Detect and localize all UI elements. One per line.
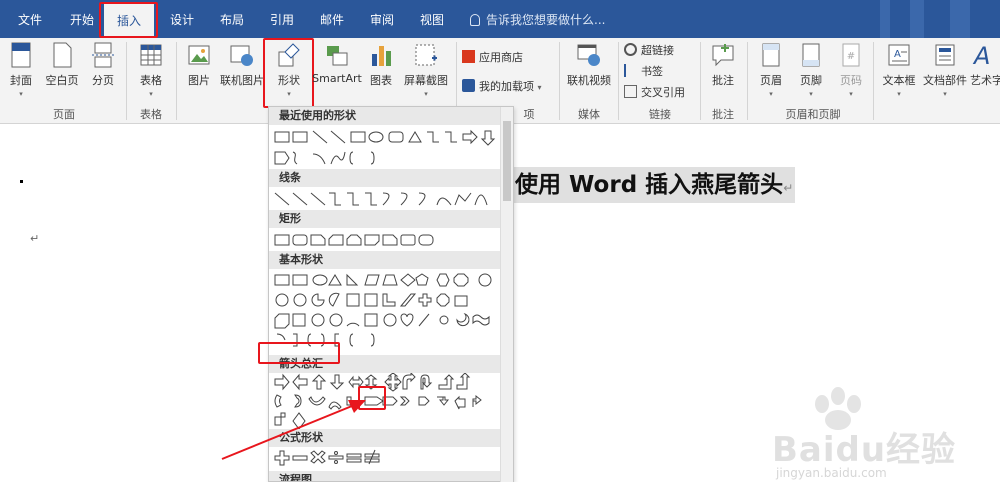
- watermark-url: jingyan.baidu.com: [776, 466, 887, 480]
- baidu-watermark: Baidu经验 jingyan.baidu.com: [770, 378, 970, 480]
- pointer-arrow-line: [221, 405, 353, 460]
- watermark-brand: Baidu经验: [772, 430, 957, 470]
